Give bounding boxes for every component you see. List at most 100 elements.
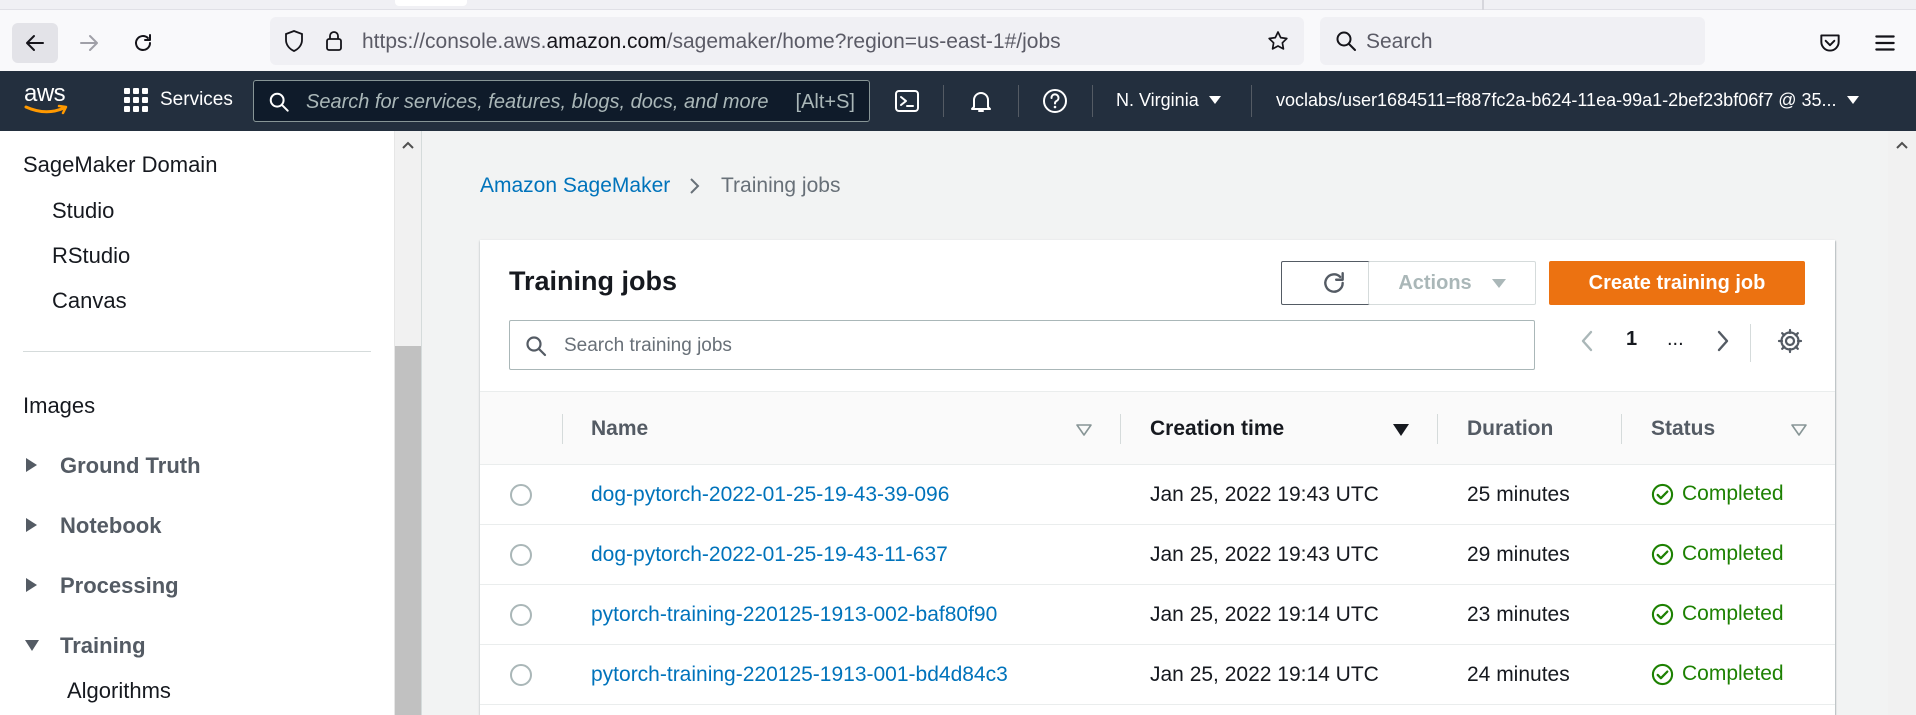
hamburger-menu-icon[interactable] (1872, 30, 1898, 56)
browser-tab-strip (0, 0, 1916, 10)
nav-divider (1251, 85, 1252, 117)
sort-icon[interactable] (1076, 424, 1092, 436)
chevron-up-icon[interactable] (402, 139, 414, 151)
column-divider (1621, 414, 1622, 444)
aws-search-placeholder: Search for services, features, blogs, do… (306, 91, 769, 113)
check-circle-icon (1651, 483, 1674, 505)
creation-time: Jan 25, 2022 19:14 UTC (1150, 663, 1379, 686)
help-icon[interactable] (1041, 87, 1069, 115)
account-menu[interactable]: voclabs/user1684511=f887fc2a-b624-11ea-9… (1276, 90, 1859, 111)
browser-search-bar[interactable]: Search (1320, 17, 1705, 65)
notifications-bell-icon[interactable] (967, 87, 995, 115)
back-button[interactable] (12, 23, 58, 63)
services-menu[interactable]: Services (124, 88, 233, 112)
sidebar-item-canvas[interactable]: Canvas (52, 288, 127, 314)
job-name-link[interactable]: dog-pytorch-2022-01-25-19-43-11-637 (591, 543, 948, 567)
nav-divider (1018, 85, 1019, 117)
search-placeholder: Search training jobs (564, 335, 732, 356)
tab-separator (1482, 0, 1484, 10)
job-name-link[interactable]: dog-pytorch-2022-01-25-19-43-39-096 (591, 483, 949, 507)
column-header-creation-time[interactable]: Creation time (1150, 417, 1284, 441)
grid-icon (124, 88, 148, 112)
refresh-icon (1324, 272, 1344, 293)
row-radio[interactable] (510, 544, 532, 566)
region-selector[interactable]: N. Virginia (1116, 90, 1221, 111)
sort-descending-icon[interactable] (1393, 424, 1409, 436)
pager-divider (1750, 324, 1751, 362)
column-divider (562, 414, 563, 444)
actions-dropdown[interactable]: Actions (1368, 261, 1536, 305)
cloudshell-icon[interactable] (893, 87, 921, 115)
reload-icon (135, 34, 151, 51)
page-scrollbar[interactable] (1888, 131, 1916, 715)
shield-icon[interactable] (282, 29, 306, 53)
sidebar-nav: SageMaker Domain Studio RStudio Canvas I… (0, 131, 394, 715)
sidebar-item-sagemaker-domain[interactable]: SageMaker Domain (23, 152, 217, 178)
column-header-status[interactable]: Status (1651, 417, 1715, 441)
aws-top-nav: aws Services Search for services, featur… (0, 71, 1916, 131)
row-radio[interactable] (510, 484, 532, 506)
caret-right-icon (26, 578, 37, 592)
pocket-icon[interactable] (1817, 30, 1843, 56)
bookmark-star-icon[interactable] (1266, 29, 1290, 53)
previous-page-icon[interactable] (1572, 326, 1602, 356)
chevron-up-icon[interactable] (1896, 139, 1908, 151)
status-badge: Completed (1651, 662, 1784, 686)
duration: 25 minutes (1467, 483, 1570, 506)
table-row[interactable]: dog-pytorch-2022-01-25-19-43-11-637 Jan … (480, 525, 1835, 585)
aws-logo[interactable]: aws (24, 80, 76, 118)
sort-icon[interactable] (1791, 424, 1807, 436)
column-header-duration[interactable]: Duration (1467, 417, 1553, 441)
url-bar[interactable]: https://console.aws.amazon.com/sagemaker… (270, 17, 1304, 65)
job-name-link[interactable]: pytorch-training-220125-1913-001-bd4d84c… (591, 663, 1008, 687)
caret-down-icon (25, 640, 39, 651)
column-header-name[interactable]: Name (591, 417, 648, 441)
url-text: https://console.aws.amazon.com/sagemaker… (362, 30, 1061, 53)
next-page-icon[interactable] (1708, 326, 1738, 356)
training-jobs-panel: Training jobs Actions Create training jo… (480, 240, 1835, 715)
caret-down-icon (1846, 96, 1859, 104)
duration: 29 minutes (1467, 543, 1570, 566)
column-divider (1437, 414, 1438, 444)
breadcrumb-link-sagemaker[interactable]: Amazon SageMaker (480, 174, 670, 198)
sidebar-item-studio[interactable]: Studio (52, 198, 114, 224)
sidebar-scrollbar-thumb[interactable] (395, 346, 422, 715)
sidebar-item-rstudio[interactable]: RStudio (52, 243, 130, 269)
table-row[interactable]: dog-pytorch-2022-01-25-19-43-39-096 Jan … (480, 465, 1835, 525)
job-name-link[interactable]: pytorch-training-220125-1913-002-baf80f9… (591, 603, 997, 627)
nav-divider (943, 85, 944, 117)
table-row[interactable]: pytorch-training-220125-1913-002-baf80f9… (480, 585, 1835, 645)
table-header: Name Creation time Duration Status (480, 391, 1835, 465)
search-shortcut-hint: [Alt+S] (795, 91, 855, 113)
sidebar-scrollbar[interactable] (394, 131, 422, 715)
sidebar-item-images[interactable]: Images (23, 393, 95, 419)
table-row[interactable]: pytorch-training-220125-1913-001-bd4d84c… (480, 645, 1835, 705)
reload-button[interactable] (120, 23, 166, 63)
caret-down-icon (1208, 96, 1221, 104)
arrow-right-icon (80, 35, 98, 51)
check-circle-icon (1651, 663, 1674, 685)
row-radio[interactable] (510, 604, 532, 626)
caret-right-icon (26, 458, 37, 472)
page-number[interactable]: 1 (1626, 328, 1637, 351)
lock-icon[interactable] (322, 29, 346, 53)
status-badge: Completed (1651, 602, 1784, 626)
create-training-job-button[interactable]: Create training job (1549, 261, 1805, 305)
duration: 24 minutes (1467, 663, 1570, 686)
arrow-left-icon (26, 35, 44, 51)
aws-search-input[interactable]: Search for services, features, blogs, do… (253, 80, 870, 122)
row-radio[interactable] (510, 664, 532, 686)
search-icon (1336, 31, 1356, 51)
nav-divider (1092, 85, 1093, 117)
caret-right-icon (26, 518, 37, 532)
forward-button[interactable] (66, 23, 112, 63)
panel-title: Training jobs (509, 266, 678, 296)
creation-time: Jan 25, 2022 19:43 UTC (1150, 543, 1379, 566)
training-jobs-search-input[interactable]: Search training jobs (509, 320, 1535, 370)
status-badge: Completed (1651, 482, 1784, 506)
sidebar-divider (23, 351, 371, 352)
check-circle-icon (1651, 603, 1674, 625)
sidebar-item-algorithms[interactable]: Algorithms (67, 678, 171, 704)
active-tab-indicator[interactable] (395, 0, 467, 6)
gear-icon[interactable] (1775, 326, 1805, 356)
